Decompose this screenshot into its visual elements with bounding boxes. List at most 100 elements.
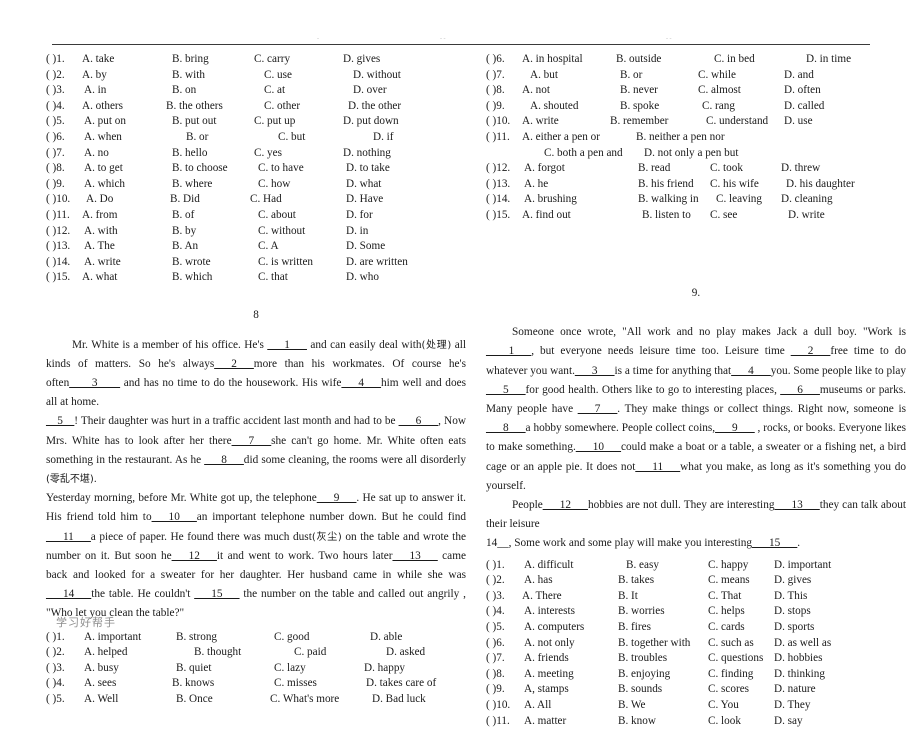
answer-bracket[interactable]: ( )10. [486,114,510,130]
cloze7-option-choice[interactable]: B. the others [166,99,223,115]
answer-blank[interactable]: __5__ [46,415,74,427]
cloze8-option-choice[interactable]: B. knows [172,676,214,692]
answer-bracket[interactable]: ( )11. [46,208,70,224]
answer-bracket[interactable]: ( )9. [46,177,65,193]
cloze7-option-choice[interactable]: B. of [172,208,194,224]
answer-bracket[interactable]: ( )14. [486,192,510,208]
cloze7-option-choice[interactable]: D. write [788,208,825,224]
answer-bracket[interactable]: ( )2. [46,645,65,661]
cloze7-option-choice[interactable]: D. the other [348,99,401,115]
cloze7-option-choice[interactable]: B. outside [616,52,661,68]
cloze7-option-choice[interactable]: D. Some [346,239,385,255]
cloze8-option-choice[interactable]: C. misses [274,676,317,692]
answer-bracket[interactable]: ( )11. [486,714,510,729]
cloze7-option-choice[interactable]: D. gives [343,52,380,68]
answer-bracket[interactable]: ( )3. [46,83,65,99]
answer-bracket[interactable]: ( )13. [486,177,510,193]
cloze7-option-choice[interactable]: C. yes [254,146,282,162]
answer-blank[interactable]: ___14___ [46,588,91,600]
cloze8-option-choice[interactable]: D. happy [364,661,405,677]
cloze7-option-choice[interactable]: C. put up [254,114,295,130]
answer-blank[interactable]: ___8___ [486,422,526,434]
answer-bracket[interactable]: ( )5. [486,620,505,636]
cloze7-option-choice[interactable]: A. in [84,83,106,99]
cloze7-option-choice[interactable]: B. never [620,83,658,99]
answer-bracket[interactable]: ( )8. [46,161,65,177]
cloze7-option-choice[interactable]: A. forgot [524,161,565,177]
cloze7-option-choice[interactable]: C. both a pen and [544,146,623,162]
cloze8-option-choice[interactable]: D. takes care of [366,676,436,692]
answer-blank[interactable]: ___15___ [194,588,239,600]
cloze7-option-choice[interactable]: A. but [530,68,558,84]
answer-bracket[interactable]: ( )6. [486,636,505,652]
cloze7-option-choice[interactable]: C. is written [258,255,313,271]
cloze7-option-choice[interactable]: D. his daughter [786,177,855,193]
answer-bracket[interactable]: ( )8. [486,83,505,99]
cloze9-option-choice[interactable]: C. means [708,573,750,589]
answer-blank[interactable]: ___13___ [393,550,438,562]
cloze7-option-choice[interactable]: A. Do [86,192,113,208]
answer-bracket[interactable]: ( )5. [46,114,65,130]
cloze7-option-choice[interactable]: B. remember [610,114,668,130]
cloze7-option-choice[interactable]: B. wrote [172,255,211,271]
cloze7-option-choice[interactable]: C. almost [698,83,741,99]
cloze9-option-choice[interactable]: B. worries [618,604,665,620]
cloze7-option-choice[interactable]: A. by [82,68,107,84]
cloze7-option-choice[interactable]: A. from [82,208,117,224]
answer-bracket[interactable]: ( )10. [486,698,510,714]
cloze7-option-choice[interactable]: A. write [522,114,559,130]
answer-blank[interactable]: ___7___ [578,403,618,415]
cloze8-option-choice[interactable]: B. strong [176,630,217,646]
answer-blank[interactable]: ___12___ [543,499,588,511]
cloze9-option-choice[interactable]: A. meeting [524,667,574,683]
cloze8-option-choice[interactable]: B. quiet [176,661,211,677]
answer-bracket[interactable]: ( )2. [486,573,505,589]
answer-bracket[interactable]: ( )3. [46,661,65,677]
cloze7-option-choice[interactable]: D. for [346,208,373,224]
cloze7-option-choice[interactable]: A. which [84,177,125,193]
cloze7-option-choice[interactable]: D. use [784,114,813,130]
cloze9-option-choice[interactable]: C. look [708,714,741,729]
cloze7-option-choice[interactable]: D. often [784,83,821,99]
cloze9-option-choice[interactable]: C. You [708,698,739,714]
cloze7-option-choice[interactable]: C. see [710,208,737,224]
cloze7-option-choice[interactable]: B. put out [172,114,216,130]
cloze9-option-choice[interactable]: C. cards [708,620,745,636]
answer-blank[interactable]: ___4___ [341,377,381,389]
cloze9-option-choice[interactable]: D. say [774,714,803,729]
cloze7-option-choice[interactable]: B. where [172,177,212,193]
cloze8-option-choice[interactable]: D. asked [386,645,425,661]
cloze9-option-choice[interactable]: C. That [708,589,741,605]
answer-bracket[interactable]: ( )7. [46,146,65,162]
cloze7-option-choice[interactable]: D. Have [346,192,383,208]
answer-bracket[interactable]: ( )1. [46,52,65,68]
answer-bracket[interactable]: ( )7. [486,68,505,84]
cloze7-option-choice[interactable]: D. to take [346,161,390,177]
answer-bracket[interactable]: ( )15. [486,208,510,224]
cloze7-option-choice[interactable]: C. rang [702,99,735,115]
cloze9-option-choice[interactable]: A. computers [524,620,584,636]
cloze9-option-choice[interactable]: C. happy [708,558,748,574]
cloze8-option-choice[interactable]: D. Bad luck [372,692,426,708]
cloze7-option-choice[interactable]: B. to choose [172,161,228,177]
answer-blank[interactable]: ___10___ [152,511,197,523]
cloze9-option-choice[interactable]: D. This [774,589,807,605]
cloze7-option-choice[interactable]: B. neither a pen nor [636,130,725,146]
answer-bracket[interactable]: ( )6. [486,52,505,68]
cloze7-option-choice[interactable]: C. other [264,99,300,115]
cloze9-option-choice[interactable]: D. important [774,558,831,574]
answer-bracket[interactable]: ( )14. [46,255,70,271]
cloze9-option-choice[interactable]: B. sounds [618,682,662,698]
cloze7-option-choice[interactable]: C. A [258,239,279,255]
cloze7-option-choice[interactable]: B. walking in [638,192,699,208]
answer-blank[interactable]: ___8___ [204,454,244,466]
cloze7-option-choice[interactable]: D. are written [346,255,408,271]
cloze7-option-choice[interactable]: B. with [172,68,205,84]
answer-bracket[interactable]: ( )11. [486,130,510,146]
cloze9-option-choice[interactable]: C. finding [708,667,753,683]
answer-bracket[interactable]: ( )6. [46,130,65,146]
answer-blank[interactable]: ___13___ [775,499,820,511]
cloze9-option-choice[interactable]: A. has [524,573,553,589]
cloze8-option-choice[interactable]: C. lazy [274,661,306,677]
cloze7-option-choice[interactable]: B. spoke [620,99,659,115]
